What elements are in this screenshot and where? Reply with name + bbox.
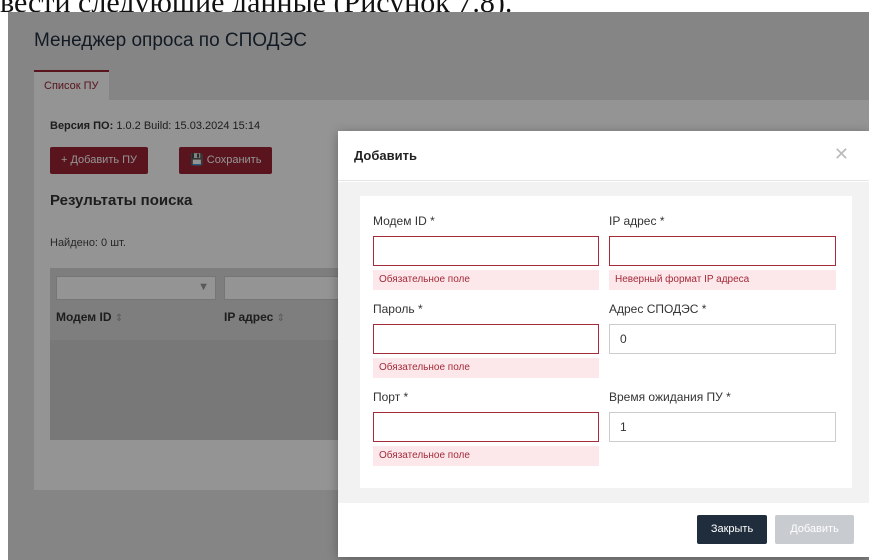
ip-address-error: Неверный формат IP адреса [609, 270, 836, 290]
password-input[interactable] [373, 324, 599, 354]
ip-address-label: IP адрес * [609, 214, 665, 228]
close-icon[interactable]: ✕ [834, 144, 849, 165]
dialog-body: Модем ID * Обязательное поле Пароль * Об… [338, 182, 869, 503]
modem-id-error: Обязательное поле [373, 270, 599, 290]
password-error: Обязательное поле [373, 358, 599, 378]
timeout-input[interactable]: 1 [609, 412, 836, 442]
dialog-header: Добавить ✕ [338, 131, 869, 181]
port-label: Порт * [373, 390, 409, 404]
add-device-dialog: Добавить ✕ Модем ID * Обязательное поле … [338, 131, 869, 557]
modem-id-input[interactable] [373, 236, 599, 266]
close-button[interactable]: Закрыть [697, 515, 767, 544]
add-button[interactable]: Добавить [775, 515, 854, 544]
timeout-label: Время ожидания ПУ * [609, 390, 731, 404]
port-error: Обязательное поле [373, 446, 599, 466]
ip-address-input[interactable] [609, 236, 836, 266]
password-label: Пароль * [373, 302, 423, 316]
add-device-form: Модем ID * Обязательное поле Пароль * Об… [360, 196, 852, 488]
modem-id-label: Модем ID * [373, 214, 435, 228]
spodes-address-input[interactable]: 0 [609, 324, 836, 354]
dialog-footer: Закрыть Добавить [338, 503, 869, 557]
spodes-address-label: Адрес СПОДЭС * [609, 302, 707, 316]
dialog-title: Добавить [354, 148, 417, 163]
port-input[interactable] [373, 412, 599, 442]
